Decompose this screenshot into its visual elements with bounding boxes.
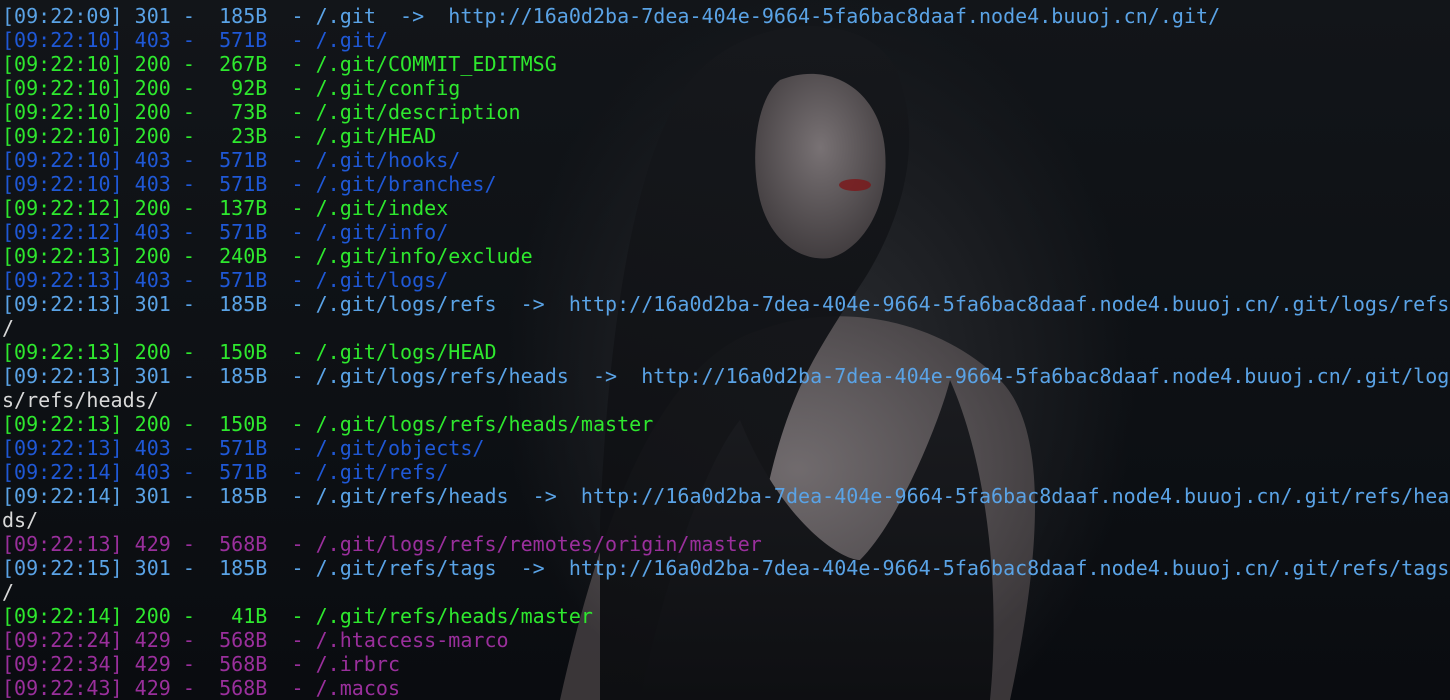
output-line: [09:22:14] 301 - 185B - /.git/refs/heads… xyxy=(2,484,1450,508)
output-line: [09:22:13] 403 - 571B - /.git/logs/ xyxy=(2,268,449,292)
output-line: [09:22:14] 200 - 41B - /.git/refs/heads/… xyxy=(2,604,593,628)
output-line: s/refs/heads/ xyxy=(2,388,159,412)
output-line: [09:22:34] 429 - 568B - /.irbrc xyxy=(2,652,401,676)
output-line: [09:22:10] 200 - 73B - /.git/description xyxy=(2,100,521,124)
output-line: [09:22:12] 200 - 137B - /.git/index xyxy=(2,196,449,220)
output-line: [09:22:13] 301 - 185B - /.git/logs/refs/… xyxy=(2,364,1450,388)
output-line: [09:22:10] 403 - 571B - /.git/hooks/ xyxy=(2,148,461,172)
output-line: [09:22:24] 429 - 568B - /.htaccess-marco xyxy=(2,628,509,652)
output-line: [09:22:43] 429 - 568B - /.macos xyxy=(2,676,401,700)
output-line: / xyxy=(2,580,15,604)
output-line: [09:22:10] 200 - 267B - /.git/COMMIT_EDI… xyxy=(2,52,557,76)
output-line: [09:22:10] 200 - 23B - /.git/HEAD xyxy=(2,124,437,148)
output-line: [09:22:14] 403 - 571B - /.git/refs/ xyxy=(2,460,449,484)
terminal-window[interactable]: [09:22:09] 301 - 185B - /.git -> http://… xyxy=(0,0,1450,700)
output-line: [09:22:10] 403 - 571B - /.git/branches/ xyxy=(2,172,497,196)
output-line: [09:22:13] 429 - 568B - /.git/logs/refs/… xyxy=(2,532,762,556)
output-line: [09:22:12] 403 - 571B - /.git/info/ xyxy=(2,220,449,244)
output-line: / xyxy=(2,316,15,340)
output-line: [09:22:13] 200 - 150B - /.git/logs/HEAD xyxy=(2,340,497,364)
output-line: [09:22:13] 200 - 240B - /.git/info/exclu… xyxy=(2,244,533,268)
output-line: [09:22:10] 403 - 571B - /.git/ xyxy=(2,28,388,52)
terminal-output: [09:22:09] 301 - 185B - /.git -> http://… xyxy=(0,4,1450,700)
output-line: [09:22:15] 301 - 185B - /.git/refs/tags … xyxy=(2,556,1450,580)
output-line: ds/ xyxy=(2,508,39,532)
output-line: [09:22:10] 200 - 92B - /.git/config xyxy=(2,76,461,100)
output-line: [09:22:09] 301 - 185B - /.git -> http://… xyxy=(2,4,1221,28)
output-line: [09:22:13] 403 - 571B - /.git/objects/ xyxy=(2,436,485,460)
output-line: [09:22:13] 301 - 185B - /.git/logs/refs … xyxy=(2,292,1450,316)
output-line: [09:22:13] 200 - 150B - /.git/logs/refs/… xyxy=(2,412,654,436)
